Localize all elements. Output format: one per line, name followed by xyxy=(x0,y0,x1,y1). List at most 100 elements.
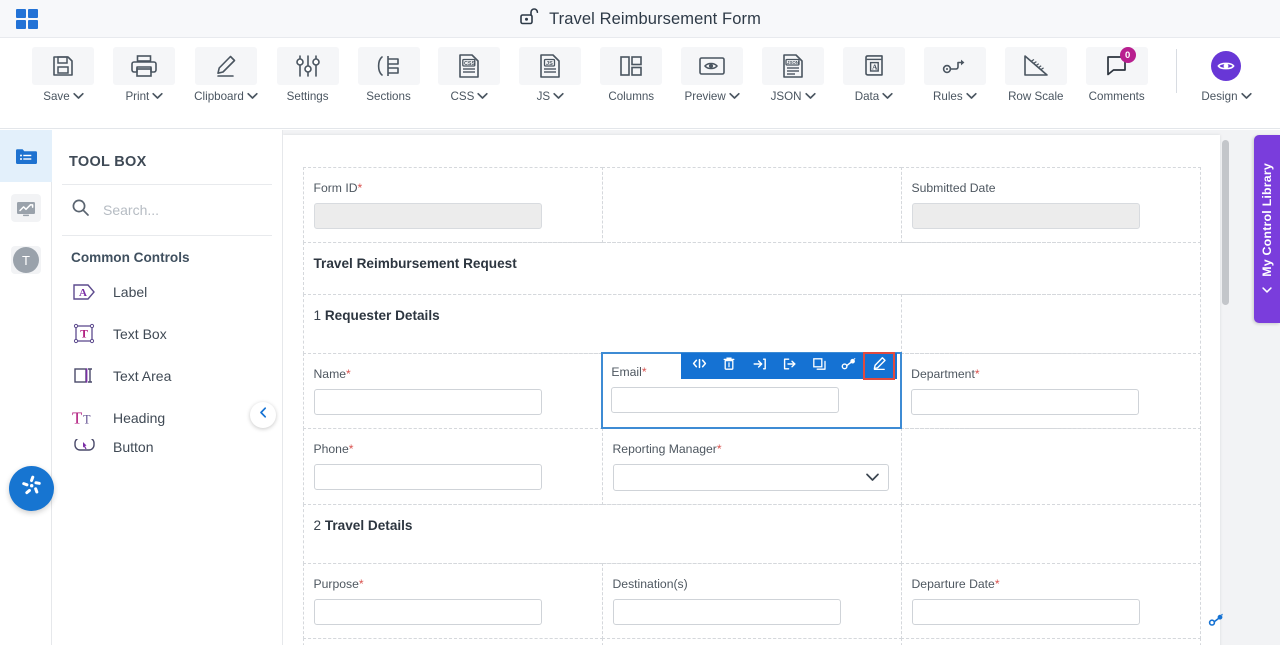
textbox-icon: T xyxy=(72,321,98,347)
duplicate-button[interactable] xyxy=(804,353,834,379)
toolbox-search-row[interactable] xyxy=(52,185,282,235)
folder-list-icon xyxy=(11,142,41,170)
section-number: 1 xyxy=(313,307,322,323)
input-departure-date[interactable] xyxy=(911,598,1140,625)
field-label-purpose: Purpose* xyxy=(314,577,590,591)
field-label-text: Department xyxy=(911,366,975,381)
section-empty-cell[interactable] xyxy=(900,503,1201,564)
form-cell-destinations[interactable]: Destination(s) xyxy=(601,562,902,639)
form-cell-empty-cell-4[interactable] xyxy=(900,637,1201,645)
search-input[interactable] xyxy=(103,202,253,218)
ribbon-label-data: Data xyxy=(855,90,894,103)
ribbon-button-rules[interactable]: Rules xyxy=(923,47,986,103)
ribbon-button-js[interactable]: JS JS xyxy=(519,47,582,103)
scrollbar-thumb[interactable] xyxy=(1222,140,1229,305)
ribbon-button-clipboard[interactable]: Clipboard xyxy=(194,47,258,103)
ribbon-button-settings[interactable]: Settings xyxy=(276,47,339,103)
form-cell-department[interactable]: Department* xyxy=(900,352,1201,429)
section-empty-cell[interactable] xyxy=(900,293,1201,354)
ribbon-button-row-scale[interactable]: Row Scale xyxy=(1004,47,1067,103)
svg-text:T: T xyxy=(80,329,88,341)
form-cell-empty-cell-3[interactable] xyxy=(601,637,902,645)
heading-icon: T T xyxy=(72,405,98,431)
help-assistant-button[interactable] xyxy=(9,466,54,511)
input-form-id[interactable] xyxy=(313,202,542,229)
ribbon-button-css[interactable]: CSS CSS xyxy=(438,47,501,103)
form-cell-email[interactable]: Email* xyxy=(601,352,902,429)
toolbox-control-textbox-text: Text Box xyxy=(113,326,167,342)
ribbon-button-columns[interactable]: Columns xyxy=(600,47,663,103)
form-cell-empty-cell-2[interactable] xyxy=(900,427,1201,505)
ribbon-button-save[interactable]: Save xyxy=(32,47,95,103)
required-marker: * xyxy=(994,576,1000,591)
pencil-icon xyxy=(872,356,887,376)
toolbox-control-button[interactable]: Button xyxy=(52,439,282,455)
form-cell-departure-date[interactable]: Departure Date* xyxy=(900,562,1223,639)
field-rules-button[interactable] xyxy=(834,353,864,379)
form-row-header: Travel Reimbursement Request xyxy=(302,241,1201,295)
edit-properties-button[interactable] xyxy=(863,352,896,380)
ribbon-button-json[interactable]: JSON JSON xyxy=(762,47,825,103)
field-label-reporting-manager: Reporting Manager* xyxy=(613,442,889,456)
my-control-library-tab[interactable]: My Control Library xyxy=(1254,135,1280,323)
sidebar-item-typography[interactable]: T xyxy=(0,234,52,286)
columns-layout-icon xyxy=(600,47,663,85)
arrow-into-left-icon xyxy=(752,357,767,376)
label-tag-icon: A xyxy=(72,279,98,305)
form-row-section: 2 Travel Details xyxy=(302,503,1201,564)
form-rows-container: Form ID* Submitted Date Travel Reimbursem… xyxy=(283,135,1223,645)
form-cell-form-id[interactable]: Form ID* xyxy=(302,166,603,243)
ribbon-button-design[interactable]: Design xyxy=(1199,47,1254,103)
form-heading[interactable]: Travel Reimbursement Request xyxy=(302,241,1201,295)
ribbon-button-comments[interactable]: 0 Comments xyxy=(1085,47,1148,103)
select-reporting-manager[interactable] xyxy=(612,463,889,491)
form-cell-empty-cell-1[interactable] xyxy=(601,166,902,243)
field-label-text: Name xyxy=(313,366,347,381)
required-marker: * xyxy=(346,366,351,381)
ribbon-button-print[interactable]: Print xyxy=(113,47,176,103)
data-book-icon: A xyxy=(842,47,905,85)
toolbox-control-heading-text: Heading xyxy=(113,410,166,426)
section-travel-details[interactable]: 2 Travel Details xyxy=(302,503,902,564)
required-marker: * xyxy=(716,441,722,456)
toolbox-control-label-text: Label xyxy=(113,284,148,300)
form-cell-return-date[interactable]: Return Date* xyxy=(302,637,603,645)
delete-control-button[interactable] xyxy=(714,353,744,379)
insert-after-button[interactable] xyxy=(774,353,804,379)
input-department[interactable] xyxy=(911,388,1140,415)
canvas-scrollbar[interactable] xyxy=(1222,135,1230,645)
input-destinations[interactable] xyxy=(612,598,841,625)
section-requester-details[interactable]: 1 Requester Details xyxy=(302,293,902,354)
ribbon-button-data[interactable]: A Data xyxy=(842,47,905,103)
input-name[interactable] xyxy=(313,388,542,415)
svg-text:A: A xyxy=(872,62,878,71)
toolbox-control-heading[interactable]: T T Heading xyxy=(52,397,282,439)
move-handle-button[interactable] xyxy=(684,353,714,379)
ribbon-label-print: Print xyxy=(125,90,163,103)
sidebar-item-toolbox[interactable] xyxy=(0,130,52,182)
svg-text:T: T xyxy=(83,413,91,427)
svg-text:T: T xyxy=(72,409,82,428)
form-cell-phone[interactable]: Phone* xyxy=(302,427,603,505)
input-phone[interactable] xyxy=(313,463,542,490)
toolbox-control-textarea[interactable]: Text Area xyxy=(52,355,282,397)
sidebar-item-analytics[interactable] xyxy=(0,182,52,234)
insert-before-button[interactable] xyxy=(744,353,774,379)
form-cell-submitted-date[interactable]: Submitted Date xyxy=(900,166,1201,243)
input-purpose[interactable] xyxy=(313,598,542,625)
required-marker: * xyxy=(641,365,647,379)
ribbon-button-sections[interactable]: Sections xyxy=(357,47,420,103)
preview-eye-icon xyxy=(681,47,744,85)
sections-split-icon xyxy=(357,47,420,85)
toolbox-control-label[interactable]: A Label xyxy=(52,271,282,313)
input-submitted-date[interactable] xyxy=(911,202,1140,229)
form-cell-name[interactable]: Name* xyxy=(302,352,603,429)
input-email[interactable] xyxy=(611,387,840,413)
toolbox-collapse-button[interactable] xyxy=(250,402,276,428)
pinwheel-logo-icon xyxy=(19,473,45,504)
form-cell-reporting-manager[interactable]: Reporting Manager* xyxy=(601,427,902,505)
comments-badge: 0 xyxy=(1119,47,1136,63)
form-cell-purpose[interactable]: Purpose* xyxy=(302,562,603,639)
ribbon-button-preview[interactable]: Preview xyxy=(681,47,744,103)
toolbox-control-textbox[interactable]: T Text Box xyxy=(52,313,282,355)
